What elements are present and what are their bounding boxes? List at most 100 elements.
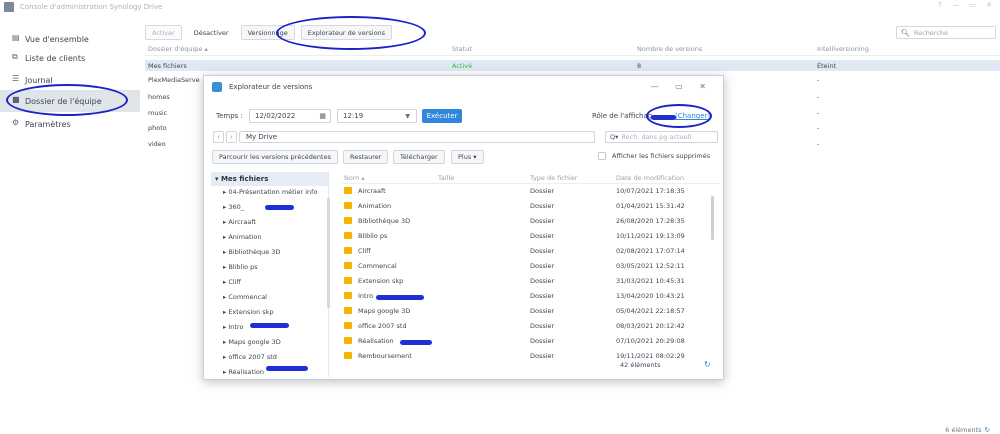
- tree-item[interactable]: ▸ Maps google 3D: [223, 338, 281, 346]
- log-icon: ☰: [12, 74, 20, 83]
- file-name: Aircraaft: [358, 187, 386, 195]
- item-count-label: 6 éléments: [945, 426, 982, 434]
- refresh-icon[interactable]: ↻: [704, 360, 711, 369]
- column-header[interactable]: Statut: [452, 45, 637, 55]
- tree-item[interactable]: ▸ Bibliothèque 3D: [223, 248, 280, 256]
- file-type: Dossier: [530, 322, 555, 330]
- execute-button[interactable]: Exécuter: [422, 109, 462, 123]
- tree-item[interactable]: ▸ Cliff: [223, 278, 241, 286]
- checkbox-box[interactable]: [598, 152, 606, 160]
- file-type: Dossier: [530, 262, 555, 270]
- file-row[interactable]: Aircraaft Dossier 10/07/2021 17:18:35: [342, 184, 720, 199]
- search-icon: 🔍︎: [901, 28, 910, 37]
- tree-item[interactable]: ▸ Commencal: [223, 293, 267, 301]
- annotation-circle: [276, 16, 426, 50]
- dialog-title: Explorateur de versions: [229, 83, 313, 91]
- column-header-date[interactable]: Date de modification: [616, 174, 684, 182]
- tree-scrollbar[interactable]: [327, 198, 330, 308]
- file-search-input[interactable]: Q▾ Rech. dans pg actuell: [605, 131, 718, 143]
- tree-item[interactable]: ▸ Réalisation: [223, 368, 264, 376]
- file-name: Réalisation: [358, 337, 394, 345]
- folder-icon: [344, 277, 352, 284]
- file-type: Dossier: [530, 292, 555, 300]
- file-date: 10/07/2021 17:18:35: [616, 187, 685, 195]
- file-row[interactable]: Réalisation Dossier 07/10/2021 20:29:08: [342, 334, 720, 349]
- file-row[interactable]: Maps google 3D Dossier 05/04/2021 22:18:57: [342, 304, 720, 319]
- tree-item[interactable]: ▸ Intro: [223, 323, 243, 331]
- folder-icon: [344, 262, 352, 269]
- sidebar-item-label: Vue d'ensemble: [25, 34, 89, 44]
- file-type: Dossier: [530, 337, 555, 345]
- file-date: 13/04/2020 10:43:21: [616, 292, 685, 300]
- time-select[interactable]: 12:19 ▼: [337, 109, 417, 123]
- file-row[interactable]: office 2007 std Dossier 08/03/2021 20:12:4…: [342, 319, 720, 334]
- restore-button[interactable]: Restaurer: [343, 150, 389, 164]
- path-field[interactable]: My Drive: [239, 131, 595, 143]
- cell-status: Activé: [452, 61, 473, 70]
- folder-icon: [344, 292, 352, 299]
- tree-item[interactable]: ▸ 360_: [223, 203, 244, 211]
- folder-tree: ▾ Mes fichiers ▸ 04-Présentation métier …: [211, 172, 329, 377]
- download-button[interactable]: Télécharger: [393, 150, 445, 164]
- file-row[interactable]: Animation Dossier 01/04/2021 15:31:42: [342, 199, 720, 214]
- version-explorer-dialog: Explorateur de versions — ▭ ✕ Temps : 12…: [203, 75, 724, 380]
- show-deleted-checkbox[interactable]: Afficher les fichiers supprimés: [598, 152, 710, 160]
- search-placeholder: Recherche: [913, 28, 949, 37]
- redaction-mark: [266, 366, 308, 371]
- file-date: 26/08/2020 17:28:35: [616, 217, 685, 225]
- browse-previous-versions-button[interactable]: Parcourir les versions précédentes: [212, 150, 338, 164]
- date-field[interactable]: 12/02/2022 ▦: [249, 109, 331, 123]
- file-count: 42 éléments: [620, 361, 661, 369]
- folder-icon: [344, 217, 352, 224]
- table-row[interactable]: Mes fichiers Activé 8 Éteint: [145, 60, 1000, 71]
- file-list-scrollbar[interactable]: [711, 196, 714, 240]
- tree-root[interactable]: ▾ Mes fichiers: [211, 172, 328, 186]
- file-type: Dossier: [530, 232, 555, 240]
- search-input[interactable]: 🔍︎ Recherche: [896, 26, 996, 39]
- file-date: 02/08/2021 17:07:14: [616, 247, 685, 255]
- file-row[interactable]: Cliff Dossier 02/08/2021 17:07:14: [342, 244, 720, 259]
- cell-intelli: -: [817, 75, 820, 84]
- tree-item[interactable]: ▸ Aircraaft: [223, 218, 256, 226]
- cell-intelli: -: [817, 139, 820, 148]
- forward-button[interactable]: ›: [226, 131, 237, 143]
- tree-item[interactable]: ▸ Animation: [223, 233, 261, 241]
- tree-item[interactable]: ▸ office 2007 std: [223, 353, 277, 361]
- file-name: Intro: [358, 292, 374, 300]
- column-header-name[interactable]: Nom ▴: [344, 174, 365, 182]
- file-date: 05/04/2021 22:18:57: [616, 307, 685, 315]
- sidebar-item-settings[interactable]: ⚙ Paramètres: [0, 113, 140, 135]
- file-row[interactable]: Extension skp Dossier 31/03/2021 10:45:31: [342, 274, 720, 289]
- calendar-icon[interactable]: ▦: [319, 112, 326, 120]
- column-header-type[interactable]: Type de fichier: [530, 174, 577, 182]
- column-header[interactable]: Dossier d'équipe ▴: [145, 45, 452, 55]
- sidebar-item-clients[interactable]: ⧉ Liste de clients: [0, 47, 140, 69]
- overview-icon: ▤: [12, 33, 20, 42]
- window-controls[interactable]: ? — ▭ ✕: [938, 1, 996, 9]
- tree-item[interactable]: ▸ Extension skp: [223, 308, 274, 316]
- deactivate-button[interactable]: Désactiver: [188, 25, 235, 40]
- tree-item[interactable]: ▸ 04-Présentation métier info: [223, 188, 317, 196]
- file-type: Dossier: [530, 202, 555, 210]
- tree-item[interactable]: ▸ Bliblio ps: [223, 263, 258, 271]
- file-name: Bibliothèque 3D: [358, 217, 411, 225]
- column-header[interactable]: Nombre de versions: [637, 45, 817, 55]
- dialog-controls[interactable]: — ▭ ✕: [651, 82, 713, 91]
- folder-icon: [344, 187, 352, 194]
- activate-button[interactable]: Activer: [145, 25, 182, 40]
- more-button[interactable]: Plus ▾: [451, 150, 484, 164]
- file-row[interactable]: Commencal Dossier 03/05/2021 12:52:11: [342, 259, 720, 274]
- column-header-size[interactable]: Taille: [438, 174, 454, 182]
- client-list-icon: ⧉: [12, 52, 18, 61]
- dialog-titlebar[interactable]: Explorateur de versions — ▭ ✕: [204, 76, 723, 98]
- back-button[interactable]: ‹: [213, 131, 224, 143]
- file-list-header: Nom ▴ Taille Type de fichier Date de mod…: [342, 174, 720, 184]
- folder-icon: [344, 247, 352, 254]
- file-date: 31/03/2021 10:45:31: [616, 277, 685, 285]
- file-type: Dossier: [530, 247, 555, 255]
- file-row[interactable]: Bibliothèque 3D Dossier 26/08/2020 17:28:3…: [342, 214, 720, 229]
- refresh-icon[interactable]: ↻: [985, 426, 990, 434]
- file-row[interactable]: Remboursement Dossier 19/11/2021 08:02:29: [342, 349, 720, 364]
- column-header[interactable]: Intelliversioning: [817, 45, 1000, 55]
- file-row[interactable]: Bliblio ps Dossier 10/11/2021 19:13:09: [342, 229, 720, 244]
